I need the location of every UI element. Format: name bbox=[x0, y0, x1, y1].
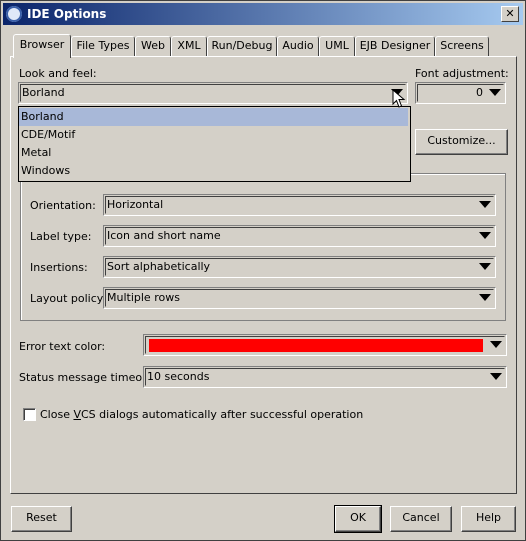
chevron-down-icon[interactable] bbox=[479, 263, 491, 270]
cancel-button[interactable]: Cancel bbox=[390, 506, 452, 532]
tab-browser[interactable]: Browser bbox=[13, 34, 71, 58]
font-adjustment-value: 0 bbox=[476, 86, 483, 99]
option-metal[interactable]: Metal bbox=[19, 144, 408, 162]
option-cde-motif[interactable]: CDE/Motif bbox=[19, 126, 408, 144]
error-text-color-label: Error text color: bbox=[19, 340, 106, 353]
layout-policy-select[interactable]: Multiple rows bbox=[103, 287, 496, 309]
status-timeout-select[interactable]: 10 seconds bbox=[143, 366, 507, 388]
option-borland[interactable]: Borland bbox=[19, 108, 408, 126]
customize-button[interactable]: Customize... bbox=[415, 129, 508, 155]
title-bar[interactable]: IDE Options ✕ bbox=[3, 3, 523, 25]
reset-button[interactable]: Reset bbox=[11, 506, 72, 532]
chevron-down-icon[interactable] bbox=[479, 201, 491, 208]
tab-xml[interactable]: XML bbox=[171, 36, 207, 56]
chevron-down-icon[interactable] bbox=[489, 89, 501, 96]
insertions-value: Sort alphabetically bbox=[107, 260, 211, 273]
window-title: IDE Options bbox=[27, 7, 107, 21]
mouse-pointer-icon bbox=[392, 89, 406, 108]
tab-file-types[interactable]: File Types bbox=[71, 36, 135, 56]
help-button[interactable]: Help bbox=[461, 506, 516, 532]
look-and-feel-value: Borland bbox=[22, 86, 65, 99]
tab-ejb-designer[interactable]: EJB Designer bbox=[355, 36, 435, 56]
label-type-label: Label type: bbox=[30, 230, 92, 243]
tab-web[interactable]: Web bbox=[135, 36, 171, 56]
option-windows[interactable]: Windows bbox=[19, 162, 408, 180]
look-and-feel-dropdown-list: Borland CDE/Motif Metal Windows bbox=[18, 106, 411, 182]
look-and-feel-label: Look and feel: bbox=[19, 67, 97, 80]
tab-uml[interactable]: UML bbox=[319, 36, 355, 56]
look-and-feel-select[interactable]: Borland bbox=[18, 82, 408, 104]
close-vcs-label: Close VCS dialogs automatically after su… bbox=[40, 408, 364, 421]
tab-audio[interactable]: Audio bbox=[277, 36, 319, 56]
status-timeout-value: 10 seconds bbox=[147, 370, 210, 383]
orientation-label: Orientation: bbox=[30, 199, 96, 212]
orientation-select[interactable]: Horizontal bbox=[103, 194, 496, 216]
font-adjustment-label: Font adjustment: bbox=[415, 67, 509, 80]
label-type-select[interactable]: Icon and short name bbox=[103, 225, 496, 247]
insertions-select[interactable]: Sort alphabetically bbox=[103, 256, 496, 278]
jbuilder-app-icon bbox=[6, 6, 22, 22]
label-type-value: Icon and short name bbox=[107, 229, 221, 242]
ok-button[interactable]: OK bbox=[334, 505, 382, 533]
close-vcs-checkbox[interactable] bbox=[23, 408, 36, 421]
ide-options-dialog: IDE Options ✕ Browser File Types Web XML… bbox=[0, 0, 526, 541]
color-swatch bbox=[149, 339, 483, 352]
layout-policy-label: Layout policy: bbox=[30, 292, 107, 305]
font-adjustment-select[interactable]: 0 bbox=[415, 82, 506, 104]
chevron-down-icon[interactable] bbox=[479, 294, 491, 301]
insertions-label: Insertions: bbox=[30, 261, 88, 274]
error-text-color-select[interactable] bbox=[143, 334, 507, 356]
status-timeout-label: Status message timeout: bbox=[19, 371, 158, 384]
orientation-value: Horizontal bbox=[107, 198, 164, 211]
tab-screens[interactable]: Screens bbox=[435, 36, 489, 56]
chevron-down-icon[interactable] bbox=[479, 232, 491, 239]
close-button[interactable]: ✕ bbox=[501, 6, 519, 22]
chevron-down-icon[interactable] bbox=[490, 373, 502, 380]
chevron-down-icon[interactable] bbox=[490, 341, 502, 348]
layout-policy-value: Multiple rows bbox=[107, 291, 180, 304]
tab-run-debug[interactable]: Run/Debug bbox=[207, 36, 277, 56]
